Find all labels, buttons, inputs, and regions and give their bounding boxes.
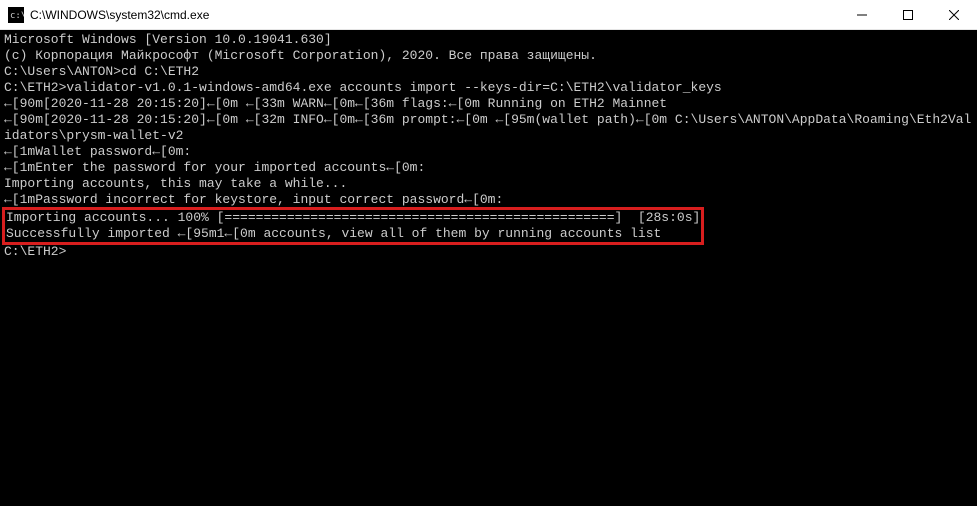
cursor <box>66 245 74 259</box>
terminal-line: Importing accounts... 100% [============… <box>6 210 700 226</box>
terminal-line: ←[1mPassword incorrect for keystore, inp… <box>4 192 973 208</box>
terminal-line: ←[90m[2020-11-28 20:15:20]←[0m ←[32m INF… <box>4 112 973 144</box>
terminal-line: ←[1mWallet password←[0m: <box>4 144 973 160</box>
terminal-line: (c) Корпорация Майкрософт (Microsoft Cor… <box>4 48 973 64</box>
window-titlebar: c:\ C:\WINDOWS\system32\cmd.exe <box>0 0 977 30</box>
terminal-line: Successfully imported ←[95m1←[0m account… <box>6 226 700 242</box>
terminal-output[interactable]: Microsoft Windows [Version 10.0.19041.63… <box>0 30 977 506</box>
svg-text:c:\: c:\ <box>10 11 24 21</box>
terminal-line: ←[1mEnter the password for your imported… <box>4 160 973 176</box>
cmd-icon: c:\ <box>8 7 24 23</box>
cmd-window: c:\ C:\WINDOWS\system32\cmd.exe Microsof… <box>0 0 977 506</box>
highlighted-output: Importing accounts... 100% [============… <box>4 209 702 243</box>
terminal-prompt: C:\ETH2> <box>4 244 973 260</box>
minimize-button[interactable] <box>839 0 885 30</box>
terminal-line: C:\ETH2>validator-v1.0.1-windows-amd64.e… <box>4 80 973 96</box>
prompt-text: C:\ETH2> <box>4 244 66 259</box>
window-controls <box>839 0 977 29</box>
terminal-line: Microsoft Windows [Version 10.0.19041.63… <box>4 32 973 48</box>
terminal-line: C:\Users\ANTON>cd C:\ETH2 <box>4 64 973 80</box>
maximize-button[interactable] <box>885 0 931 30</box>
window-title: C:\WINDOWS\system32\cmd.exe <box>30 8 839 22</box>
close-button[interactable] <box>931 0 977 30</box>
terminal-line: Importing accounts, this may take a whil… <box>4 176 973 192</box>
terminal-line: ←[90m[2020-11-28 20:15:20]←[0m ←[33m WAR… <box>4 96 973 112</box>
